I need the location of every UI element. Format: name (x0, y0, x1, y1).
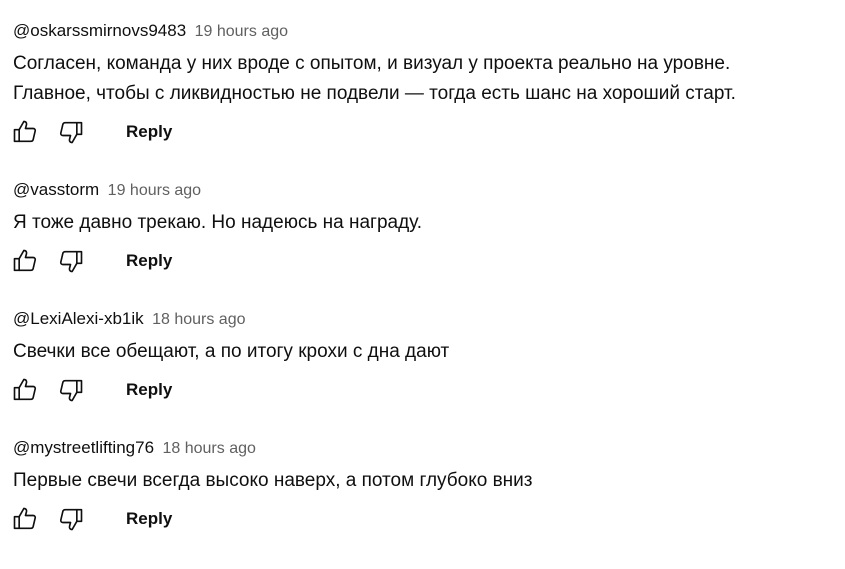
comment-text-line: Главное, чтобы с ликвидностью не подвели… (13, 83, 736, 104)
thumbs-up-icon (13, 120, 37, 143)
comment-actions: Reply (13, 504, 533, 536)
like-button[interactable] (10, 117, 40, 147)
comment-text: Я тоже давно трекаю. Но надеюсь на награ… (13, 208, 422, 238)
comment-author[interactable]: @oskarssmirnovs9483 (13, 21, 186, 40)
reply-button[interactable]: Reply (126, 117, 172, 147)
thumbs-up-icon (13, 378, 37, 401)
comment-timestamp[interactable]: 19 hours ago (108, 182, 201, 199)
comment-text-line: Я тоже давно трекаю. Но надеюсь на награ… (13, 212, 423, 233)
comment-text-line: Согласен, команда у них вроде с опытом, … (13, 53, 731, 74)
comment-header: @LexiAlexi-xb1ik 18 hours ago (13, 307, 449, 331)
comment-text-line: Свечки все обещают, а по итогу крохи с д… (13, 341, 450, 362)
comment: @vasstorm 19 hours ago Я тоже давно трек… (13, 178, 422, 278)
comment-text: Первые свечи всегда высоко наверх, а пот… (13, 466, 533, 496)
comment-author[interactable]: @mystreetlifting76 (13, 438, 154, 457)
comment-timestamp[interactable]: 18 hours ago (152, 311, 245, 328)
reply-button[interactable]: Reply (126, 375, 172, 405)
like-button[interactable] (10, 504, 40, 534)
thumbs-down-icon (59, 250, 83, 273)
comment-timestamp[interactable]: 19 hours ago (195, 23, 288, 40)
comment-header: @oskarssmirnovs9483 19 hours ago (13, 19, 736, 43)
thumbs-up-icon (13, 249, 37, 272)
thumbs-down-icon (59, 379, 83, 402)
dislike-button[interactable] (56, 504, 86, 534)
thumbs-down-icon (59, 121, 83, 144)
comment-text: Согласен, команда у них вроде с опытом, … (13, 49, 736, 109)
dislike-button[interactable] (56, 375, 86, 405)
thumbs-up-icon (13, 507, 37, 530)
like-button[interactable] (10, 375, 40, 405)
comment-header: @vasstorm 19 hours ago (13, 178, 422, 202)
comment-author[interactable]: @LexiAlexi-xb1ik (13, 309, 144, 328)
comment-actions: Reply (13, 246, 422, 278)
comment-author[interactable]: @vasstorm (13, 180, 99, 199)
comment: @LexiAlexi-xb1ik 18 hours ago Свечки все… (13, 307, 449, 407)
comment-text: Свечки все обещают, а по итогу крохи с д… (13, 337, 449, 367)
thumbs-down-icon (59, 508, 83, 531)
comment-timestamp[interactable]: 18 hours ago (162, 440, 255, 457)
dislike-button[interactable] (56, 117, 86, 147)
comment-actions: Reply (13, 375, 449, 407)
reply-button[interactable]: Reply (126, 504, 172, 534)
reply-button[interactable]: Reply (126, 246, 172, 276)
comment: @mystreetlifting76 18 hours ago Первые с… (13, 436, 533, 536)
like-button[interactable] (10, 246, 40, 276)
comment-text-line: Первые свечи всегда высоко наверх, а пот… (13, 470, 533, 491)
dislike-button[interactable] (56, 246, 86, 276)
comment-header: @mystreetlifting76 18 hours ago (13, 436, 533, 460)
comment-actions: Reply (13, 117, 736, 149)
comment: @oskarssmirnovs9483 19 hours ago Согласе… (13, 19, 736, 149)
